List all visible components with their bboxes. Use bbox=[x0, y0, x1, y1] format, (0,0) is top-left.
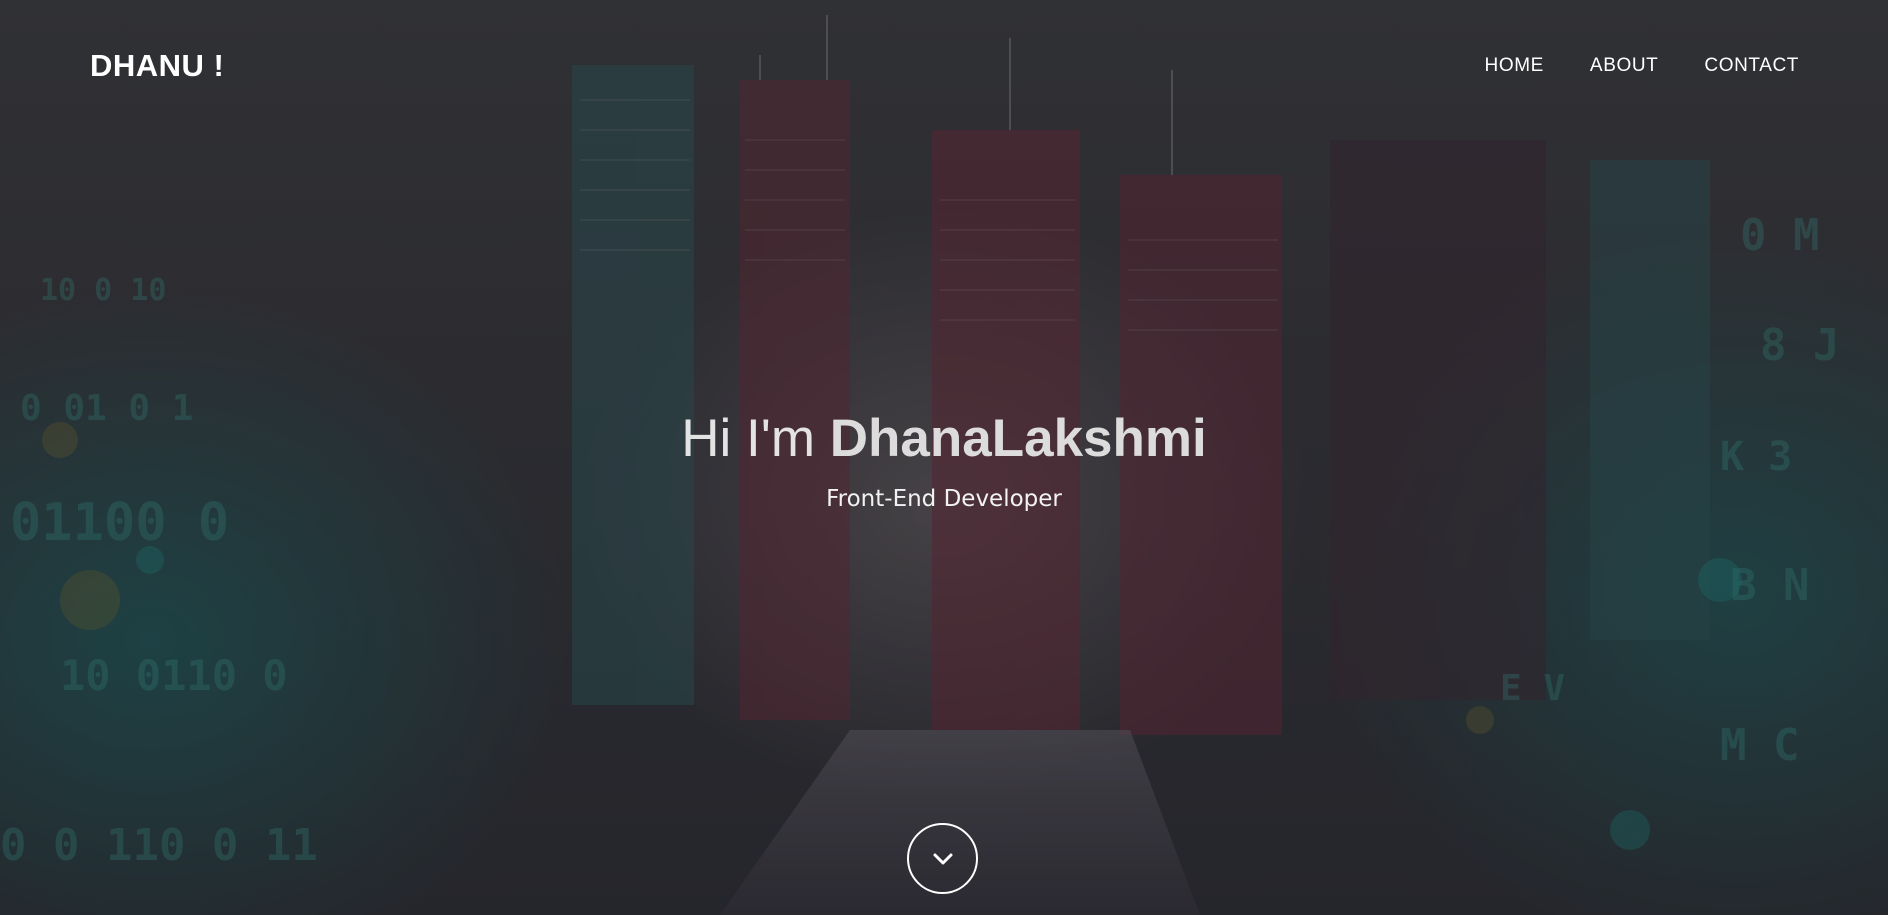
nav-menu: HOME ABOUT CONTACT bbox=[1485, 55, 1799, 77]
nav-link-contact[interactable]: CONTACT bbox=[1704, 55, 1799, 77]
chevron-down-icon bbox=[933, 853, 952, 864]
nav-link-about[interactable]: ABOUT bbox=[1590, 55, 1658, 77]
hero-section: 01100 0 10 0110 0 0 0 110 0 11 0 01 0 1 … bbox=[0, 0, 1888, 915]
scroll-down-button[interactable] bbox=[907, 823, 978, 894]
greeting-prefix: Hi I'm bbox=[681, 409, 816, 468]
hero-name: DhanaLakshmi bbox=[829, 409, 1207, 468]
hero-intro: Hi I'm DhanaLakshmi Front-End Developer bbox=[0, 408, 1888, 512]
hero-role: Front-End Developer bbox=[826, 486, 1062, 512]
nav-link-home[interactable]: HOME bbox=[1485, 55, 1544, 77]
hero-heading: Hi I'm DhanaLakshmi bbox=[0, 408, 1888, 470]
navbar: DHANU ! HOME ABOUT CONTACT bbox=[0, 0, 1888, 132]
brand-logo[interactable]: DHANU ! bbox=[90, 48, 224, 84]
